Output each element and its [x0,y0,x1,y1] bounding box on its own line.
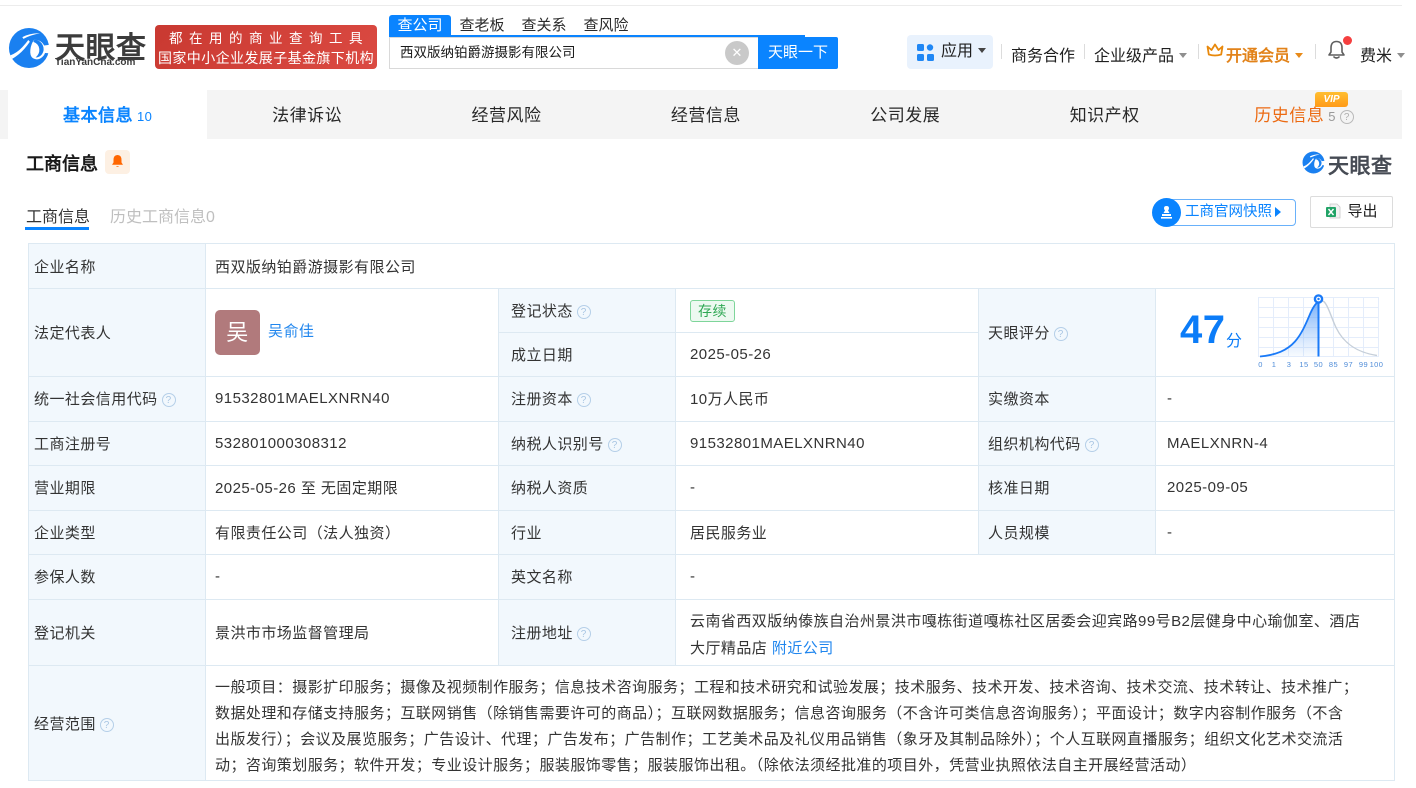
svg-text:97: 97 [1344,360,1353,369]
svg-text:99: 99 [1359,360,1368,369]
svg-text:50: 50 [1314,360,1323,369]
svg-text:15: 15 [1299,360,1308,369]
svg-text:3: 3 [1287,360,1292,369]
svg-text:85: 85 [1329,360,1338,369]
svg-text:1: 1 [1272,360,1277,369]
svg-text:100: 100 [1370,360,1384,369]
svg-text:0: 0 [1258,360,1263,369]
